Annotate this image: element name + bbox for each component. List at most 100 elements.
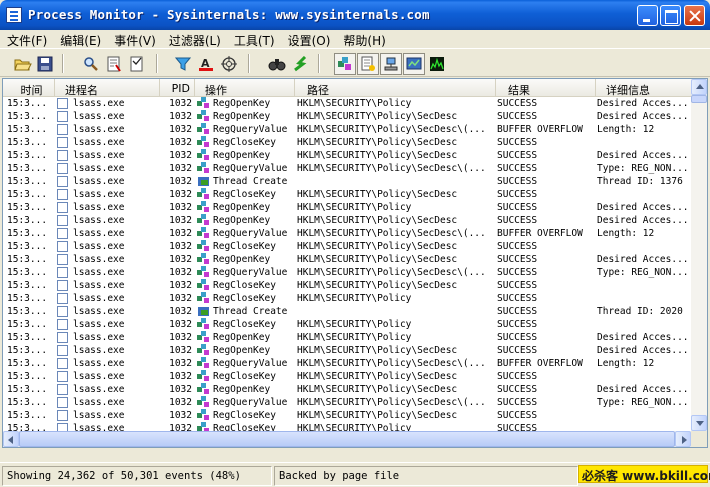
cell-process-name: lsass.exe (73, 371, 125, 382)
cell-time: 15:3... (7, 124, 48, 135)
table-row[interactable]: 15:3... lsass.exe 1032 RegQueryValue HKLM\SE… (3, 227, 691, 240)
vertical-scrollbar[interactable] (691, 79, 707, 431)
cell-operation: RegOpenKey (213, 254, 271, 265)
cell-result: SUCCESS (497, 267, 538, 278)
magnify-icon[interactable] (80, 53, 102, 75)
column-time[interactable]: 时间 (3, 79, 55, 96)
table-row[interactable]: 15:3... lsass.exe 1032 Thread Create SUCCESS… (3, 175, 691, 188)
table-row[interactable]: 15:3... lsass.exe 1032 RegOpenKey HKLM\SECUR… (3, 253, 691, 266)
column-detail[interactable]: 详细信息 (596, 79, 691, 96)
table-row[interactable]: 15:3... lsass.exe 1032 Thread Create SUCCESS… (3, 305, 691, 318)
menu-edit[interactable]: 编辑(E) (53, 30, 107, 48)
cell-pid: 1032 (169, 176, 192, 187)
cell-time: 15:3... (7, 150, 48, 161)
event-rows: 15:3... lsass.exe 1032 RegOpenKey HKLM\SECUR… (3, 97, 691, 447)
process-window-icon (57, 137, 68, 148)
table-row[interactable]: 15:3... lsass.exe 1032 RegCloseKey HKLM\SECU… (3, 279, 691, 292)
table-row[interactable]: 15:3... lsass.exe 1032 RegCloseKey HKLM\SECU… (3, 318, 691, 331)
process-window-icon (57, 215, 68, 226)
registry-icon (197, 409, 211, 422)
autoscroll-icon[interactable] (103, 53, 125, 75)
cell-process-name: lsass.exe (73, 384, 125, 395)
cell-time: 15:3... (7, 215, 48, 226)
table-row[interactable]: 15:3... lsass.exe 1032 RegOpenKey HKLM\SECUR… (3, 344, 691, 357)
clear-icon[interactable] (126, 53, 148, 75)
scroll-left-button[interactable] (3, 431, 19, 447)
cell-pid: 1032 (169, 371, 192, 382)
process-monitor-app-icon[interactable] (6, 7, 22, 23)
table-row[interactable]: 15:3... lsass.exe 1032 RegQueryValue HKLM\SE… (3, 162, 691, 175)
table-row[interactable]: 15:3... lsass.exe 1032 RegOpenKey HKLM\SECUR… (3, 331, 691, 344)
cell-time: 15:3... (7, 163, 48, 174)
process-window-icon (57, 189, 68, 200)
cell-process-name: lsass.exe (73, 345, 125, 356)
column-operation[interactable]: 操作 (195, 79, 295, 96)
process-window-icon (57, 345, 68, 356)
target-icon[interactable] (218, 53, 240, 75)
open-icon[interactable] (12, 53, 34, 75)
table-row[interactable]: 15:3... lsass.exe 1032 RegOpenKey HKLM\SECUR… (3, 214, 691, 227)
network-activity-icon[interactable] (380, 53, 402, 75)
process-thread-activity-icon[interactable] (403, 53, 425, 75)
event-list[interactable]: 时间 进程名 PID 操作 路径 结果 详细信息 15:3... lsass.ex… (2, 78, 708, 448)
cell-path: HKLM\SECURITY\Policy (297, 293, 412, 304)
menu-filter[interactable]: 过滤器(L) (162, 30, 227, 48)
column-process-name[interactable]: 进程名 (55, 79, 160, 96)
menu-options[interactable]: 设置(O) (281, 30, 337, 48)
scroll-right-button[interactable] (675, 431, 691, 447)
save-icon[interactable] (34, 53, 56, 75)
profiling-events-icon[interactable] (426, 53, 448, 75)
cell-path: HKLM\SECURITY\Policy\SecDesc (297, 371, 458, 382)
process-window-icon (57, 254, 68, 265)
close-button[interactable] (684, 5, 705, 26)
watermark-badge: 必杀客 www.bkill.com (578, 465, 710, 483)
table-row[interactable]: 15:3... lsass.exe 1032 RegCloseKey HKLM\SECU… (3, 188, 691, 201)
table-row[interactable]: 15:3... lsass.exe 1032 RegOpenKey HKLM\SECUR… (3, 149, 691, 162)
scroll-down-button[interactable] (691, 415, 707, 431)
process-window-icon (57, 358, 68, 369)
filter-icon[interactable] (172, 53, 194, 75)
cell-process-name: lsass.exe (73, 111, 125, 122)
menu-file[interactable]: 文件(F) (0, 30, 53, 48)
table-row[interactable]: 15:3... lsass.exe 1032 RegCloseKey HKLM\SECU… (3, 292, 691, 305)
cell-pid: 1032 (169, 137, 192, 148)
table-row[interactable]: 15:3... lsass.exe 1032 RegCloseKey HKLM\SECU… (3, 136, 691, 149)
registry-icon (197, 253, 211, 266)
title-bar[interactable]: Process Monitor - Sysinternals: www.sysi… (0, 0, 710, 30)
highlight-icon[interactable]: A (195, 53, 217, 75)
column-result[interactable]: 结果 (496, 79, 596, 96)
minimize-button[interactable] (637, 5, 658, 26)
table-row[interactable]: 15:3... lsass.exe 1032 RegQueryValue HKLM\SE… (3, 266, 691, 279)
menu-event[interactable]: 事件(V) (107, 30, 162, 48)
maximize-button[interactable] (660, 5, 681, 26)
horizontal-scrollbar[interactable] (3, 431, 691, 447)
menu-tools[interactable]: 工具(T) (227, 30, 281, 48)
table-row[interactable]: 15:3... lsass.exe 1032 RegCloseKey HKLM\SECU… (3, 409, 691, 422)
registry-activity-icon[interactable] (334, 53, 356, 75)
table-row[interactable]: 15:3... lsass.exe 1032 RegCloseKey HKLM\SECU… (3, 370, 691, 383)
table-row[interactable]: 15:3... lsass.exe 1032 RegOpenKey HKLM\SECUR… (3, 110, 691, 123)
vertical-scroll-thumb[interactable] (691, 95, 707, 103)
registry-icon (197, 162, 211, 175)
process-window-icon (57, 293, 68, 304)
column-path[interactable]: 路径 (295, 79, 496, 96)
registry-icon (197, 344, 211, 357)
cell-time: 15:3... (7, 280, 48, 291)
cell-detail: Desired Acces... (597, 332, 689, 343)
cell-path: HKLM\SECURITY\Policy\SecDesc (297, 280, 458, 291)
column-pid[interactable]: PID (160, 79, 195, 96)
registry-icon (197, 110, 211, 123)
scroll-up-button[interactable] (691, 79, 707, 95)
table-row[interactable]: 15:3... lsass.exe 1032 RegOpenKey HKLM\SECUR… (3, 97, 691, 110)
table-row[interactable]: 15:3... lsass.exe 1032 RegQueryValue HKLM\SE… (3, 357, 691, 370)
table-row[interactable]: 15:3... lsass.exe 1032 RegOpenKey HKLM\SECUR… (3, 383, 691, 396)
table-row[interactable]: 15:3... lsass.exe 1032 RegQueryValue HKLM\SE… (3, 123, 691, 136)
table-row[interactable]: 15:3... lsass.exe 1032 RegCloseKey HKLM\SECU… (3, 240, 691, 253)
file-activity-icon[interactable] (357, 53, 379, 75)
find-icon[interactable] (266, 53, 288, 75)
jump-icon[interactable] (289, 53, 311, 75)
menu-help[interactable]: 帮助(H) (336, 30, 391, 48)
table-row[interactable]: 15:3... lsass.exe 1032 RegQueryValue HKLM\SE… (3, 396, 691, 409)
table-row[interactable]: 15:3... lsass.exe 1032 RegOpenKey HKLM\SECUR… (3, 201, 691, 214)
horizontal-scroll-thumb[interactable] (19, 431, 675, 447)
